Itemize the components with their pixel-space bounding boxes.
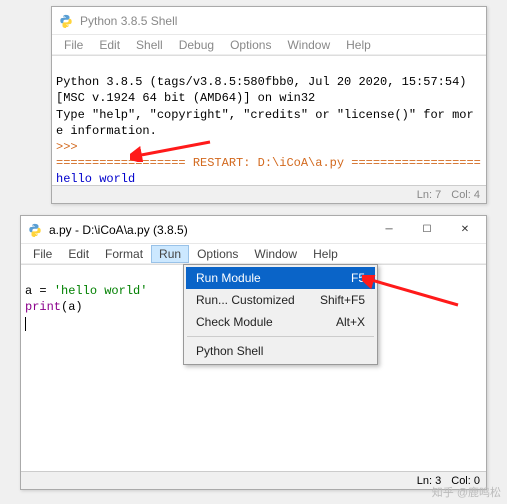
shell-statusbar: Ln: 7 Col: 4 xyxy=(52,185,486,203)
shell-banner-l3: e information. xyxy=(56,124,157,138)
shell-menu-options[interactable]: Options xyxy=(222,36,279,54)
editor-menu-help[interactable]: Help xyxy=(305,245,346,263)
shell-menu-shell[interactable]: Shell xyxy=(128,36,171,54)
shell-output-line: hello world xyxy=(56,172,135,185)
shell-menu-help[interactable]: Help xyxy=(338,36,379,54)
editor-menu-window[interactable]: Window xyxy=(246,245,305,263)
maximize-button[interactable]: ☐ xyxy=(408,217,446,243)
shell-menu-edit[interactable]: Edit xyxy=(91,36,128,54)
editor-menubar: File Edit Format Run Options Window Help xyxy=(21,244,486,264)
editor-titlebar[interactable]: a.py - D:\iCoA\a.py (3.8.5) ─ ☐ ✕ xyxy=(21,216,486,244)
run-customized-item[interactable]: Run... Customized Shift+F5 xyxy=(186,289,375,311)
editor-menu-options[interactable]: Options xyxy=(189,245,246,263)
watermark: 知乎 @鹿鸣松 xyxy=(432,484,501,500)
python-icon xyxy=(27,222,43,238)
shell-menu-file[interactable]: File xyxy=(56,36,91,54)
shell-banner-l1: [MSC v.1924 64 bit (AMD64)] on win32 xyxy=(56,91,315,105)
shell-menubar: File Edit Shell Debug Options Window Hel… xyxy=(52,35,486,55)
shell-banner-l2: Type "help", "copyright", "credits" or "… xyxy=(56,108,474,122)
code-l1a: print xyxy=(25,300,61,314)
minimize-button[interactable]: ─ xyxy=(370,217,408,243)
code-l0a: a = xyxy=(25,284,54,298)
text-caret xyxy=(25,317,26,331)
close-button[interactable]: ✕ xyxy=(446,217,484,243)
run-module-item[interactable]: Run Module F5 xyxy=(186,267,375,289)
shell-restart: ================== RESTART: D:\iCoA\a.py… xyxy=(56,156,481,170)
shell-status-ln: Ln: 7 xyxy=(417,189,441,201)
editor-menu-run[interactable]: Run xyxy=(151,245,189,263)
run-dropdown: Run Module F5 Run... Customized Shift+F5… xyxy=(183,264,378,365)
shell-title: Python 3.8.5 Shell xyxy=(80,14,484,28)
shell-prompt-1: >>> xyxy=(56,140,78,154)
editor-menu-format[interactable]: Format xyxy=(97,245,151,263)
code-l0b: 'hello world' xyxy=(54,284,148,298)
shell-menu-debug[interactable]: Debug xyxy=(171,36,222,54)
shell-banner-l0: Python 3.8.5 (tags/v3.8.5:580fbb0, Jul 2… xyxy=(56,75,466,89)
check-module-item[interactable]: Check Module Alt+X xyxy=(186,311,375,333)
shell-titlebar[interactable]: Python 3.8.5 Shell xyxy=(52,7,486,35)
editor-menu-edit[interactable]: Edit xyxy=(60,245,97,263)
python-shell-item[interactable]: Python Shell xyxy=(186,340,375,362)
code-l1b: (a) xyxy=(61,300,83,314)
shell-menu-window[interactable]: Window xyxy=(279,36,338,54)
python-icon xyxy=(58,13,74,29)
menu-separator xyxy=(187,336,374,337)
editor-title: a.py - D:\iCoA\a.py (3.8.5) xyxy=(49,223,370,237)
editor-statusbar: Ln: 3 Col: 0 xyxy=(21,471,486,489)
editor-menu-file[interactable]: File xyxy=(25,245,60,263)
shell-status-col: Col: 4 xyxy=(451,189,480,201)
shell-output[interactable]: Python 3.8.5 (tags/v3.8.5:580fbb0, Jul 2… xyxy=(52,55,486,185)
